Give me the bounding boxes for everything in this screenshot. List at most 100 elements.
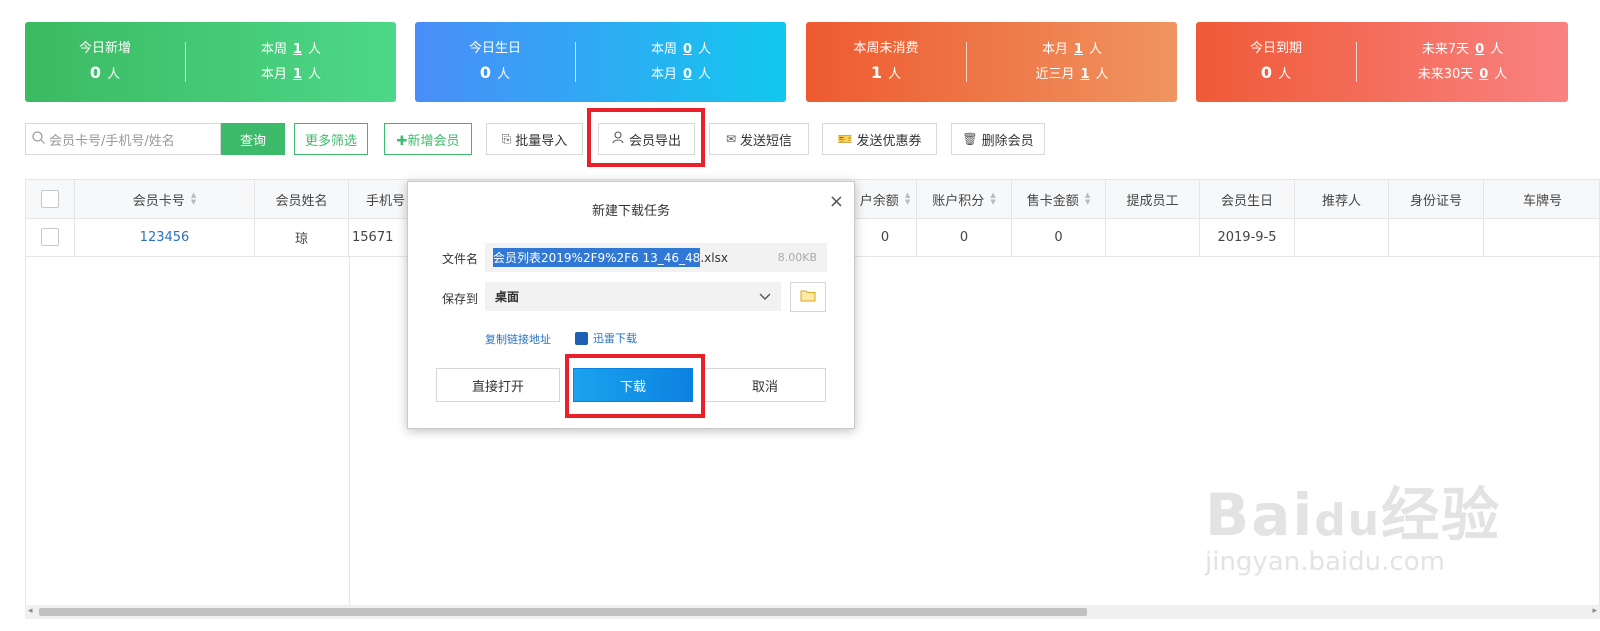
send-sms-label: 发送短信 — [740, 133, 793, 149]
search-input[interactable]: 会员卡号/手机号/姓名 — [25, 123, 221, 155]
stat-value: 1人 — [870, 63, 902, 82]
sort-icon[interactable]: ▲ ▼ — [905, 192, 910, 206]
search-placeholder: 会员卡号/手机号/姓名 — [49, 133, 175, 149]
stat-card-birthday-today: 今日生日 0人 本周 0 人 本月 0 人 — [415, 22, 786, 102]
scroll-right-icon[interactable]: ▸ — [1592, 606, 1597, 616]
cell-name: 琼 — [255, 218, 349, 256]
saveto-select[interactable]: 桌面 — [485, 282, 781, 311]
stat-title: 今日生日 — [468, 41, 521, 56]
stat-card-no-consume: 本周未消费 1人 本月 1 人 近三月 1 人 — [806, 22, 1177, 102]
paw-logo: du — [1314, 495, 1382, 546]
select-all-checkbox[interactable] — [41, 190, 59, 208]
col-birthday: 会员生日 — [1200, 180, 1295, 218]
batch-import-button[interactable]: ⎘ 批量导入 — [486, 123, 583, 155]
stat-month-link[interactable]: 0 — [683, 67, 692, 82]
sort-icon[interactable]: ▲ ▼ — [1085, 192, 1090, 206]
col-points[interactable]: 账户积分 ▲ ▼ — [917, 180, 1012, 218]
stat-30days-link[interactable]: 0 — [1479, 67, 1488, 82]
open-direct-button[interactable]: 直接打开 — [436, 368, 560, 402]
saveto-value: 桌面 — [495, 290, 520, 304]
filesize: 8.00KB — [777, 251, 817, 264]
stat-card-expire-today: 今日到期 0人 未来7天 0 人 未来30天 0 人 — [1196, 22, 1568, 102]
more-filter-button[interactable]: 更多筛选 — [294, 123, 368, 155]
delete-member-label: 删除会员 — [981, 133, 1034, 149]
stat-title: 本周未消费 — [853, 41, 919, 56]
stat-value: 0人 — [1260, 63, 1292, 82]
cell-id-no — [1389, 218, 1484, 256]
baidu-watermark: Baidu经验 — [1205, 481, 1502, 549]
stat-value: 0人 — [89, 63, 121, 82]
stat-7days-link[interactable]: 0 — [1475, 42, 1484, 57]
cell-phone: 15671 — [349, 218, 409, 256]
sort-icon[interactable]: ▲ ▼ — [191, 192, 196, 206]
watermark-url: jingyan.baidu.com — [1205, 547, 1445, 577]
query-button[interactable]: 查询 — [221, 123, 285, 155]
import-icon: ⎘ — [501, 131, 512, 146]
cell-birthday: 2019-9-5 — [1200, 218, 1295, 256]
cell-staff — [1106, 218, 1200, 256]
column-divider — [349, 256, 350, 610]
stat-week-link[interactable]: 1 — [293, 42, 302, 57]
filename-label: 文件名 — [442, 252, 479, 266]
highlight-export — [587, 108, 705, 167]
cell-referrer — [1295, 218, 1389, 256]
sort-icon[interactable]: ▲ ▼ — [990, 192, 995, 206]
send-sms-button[interactable]: ✉ 发送短信 — [709, 123, 809, 155]
cancel-button[interactable]: 取消 — [704, 368, 826, 402]
folder-button[interactable] — [790, 282, 826, 312]
col-id-no: 身份证号 — [1389, 180, 1484, 218]
coupon-icon: 🎫 — [837, 132, 853, 146]
col-referrer: 推荐人 — [1295, 180, 1389, 218]
mail-icon: ✉ — [725, 132, 737, 146]
folder-icon — [800, 289, 816, 306]
thunder-icon — [575, 331, 588, 345]
send-coupon-button[interactable]: 🎫 发送优惠券 — [822, 123, 937, 155]
col-balance[interactable]: 户余额 ▲ ▼ — [854, 180, 917, 218]
stat-title: 今日到期 — [1249, 41, 1302, 56]
col-name: 会员姓名 — [255, 180, 349, 218]
stat-7days: 未来7天 0 人 — [1421, 42, 1504, 57]
stat-week: 本周 1 人 — [260, 42, 322, 57]
filename-selected: 会员列表2019%2F9%2F6 13_46_48 — [493, 248, 701, 267]
stat-month-link[interactable]: 1 — [1074, 42, 1083, 57]
stat-week-link[interactable]: 0 — [683, 42, 692, 57]
stat-month: 本月 1 人 — [1041, 42, 1103, 57]
thunder-download[interactable]: 迅雷下载 — [575, 330, 637, 346]
stat-card-new-today: 今日新增 0人 本周 1 人 本月 1 人 — [25, 22, 396, 102]
col-plate: 车牌号 — [1522, 193, 1562, 209]
cell-balance: 0 — [854, 218, 917, 256]
add-member-button[interactable]: ✚新增会员 — [384, 123, 472, 155]
stat-3month: 近三月 1 人 — [1035, 67, 1109, 82]
cell-card-no[interactable]: 123456 — [75, 218, 255, 256]
send-coupon-label: 发送优惠券 — [856, 133, 922, 149]
stat-month-link[interactable]: 1 — [293, 67, 302, 82]
horizontal-scrollbar[interactable]: ◂ ▸ — [25, 605, 1600, 619]
stat-value: 0人 — [479, 63, 511, 82]
cell-points: 0 — [917, 218, 1012, 256]
col-card-amount[interactable]: 售卡金额 ▲ ▼ — [1012, 180, 1106, 218]
col-card-no[interactable]: 会员卡号 ▲ ▼ — [75, 180, 255, 218]
copy-link[interactable]: 复制链接地址 — [485, 331, 551, 347]
col-phone: 手机号 — [349, 180, 409, 218]
stat-month: 本月 0 人 — [650, 67, 712, 82]
cell-card-amount: 0 — [1012, 218, 1106, 256]
row-checkbox[interactable] — [41, 228, 59, 246]
select-all-cell — [26, 180, 75, 218]
search-icon — [32, 131, 45, 147]
row-select-cell — [26, 218, 75, 256]
stat-month: 本月 1 人 — [260, 67, 322, 82]
delete-member-button[interactable]: 🗑 删除会员 — [951, 123, 1045, 155]
scroll-thumb[interactable] — [39, 608, 1087, 616]
trash-icon: 🗑 — [962, 132, 978, 146]
filename-field[interactable]: 会员列表2019%2F9%2F6 13_46_48 .xlsx 8.00KB — [485, 243, 827, 272]
stat-title: 今日新增 — [78, 41, 131, 56]
close-icon[interactable]: × — [829, 191, 844, 212]
chevron-down-icon — [759, 290, 771, 304]
highlight-download — [565, 354, 705, 418]
stat-30days: 未来30天 0 人 — [1417, 67, 1508, 82]
stat-3month-link[interactable]: 1 — [1080, 67, 1089, 82]
batch-import-label: 批量导入 — [515, 133, 568, 149]
dialog-title: 新建下载任务 — [591, 204, 670, 219]
filename-ext: .xlsx — [700, 250, 728, 265]
scroll-left-icon[interactable]: ◂ — [28, 606, 33, 616]
